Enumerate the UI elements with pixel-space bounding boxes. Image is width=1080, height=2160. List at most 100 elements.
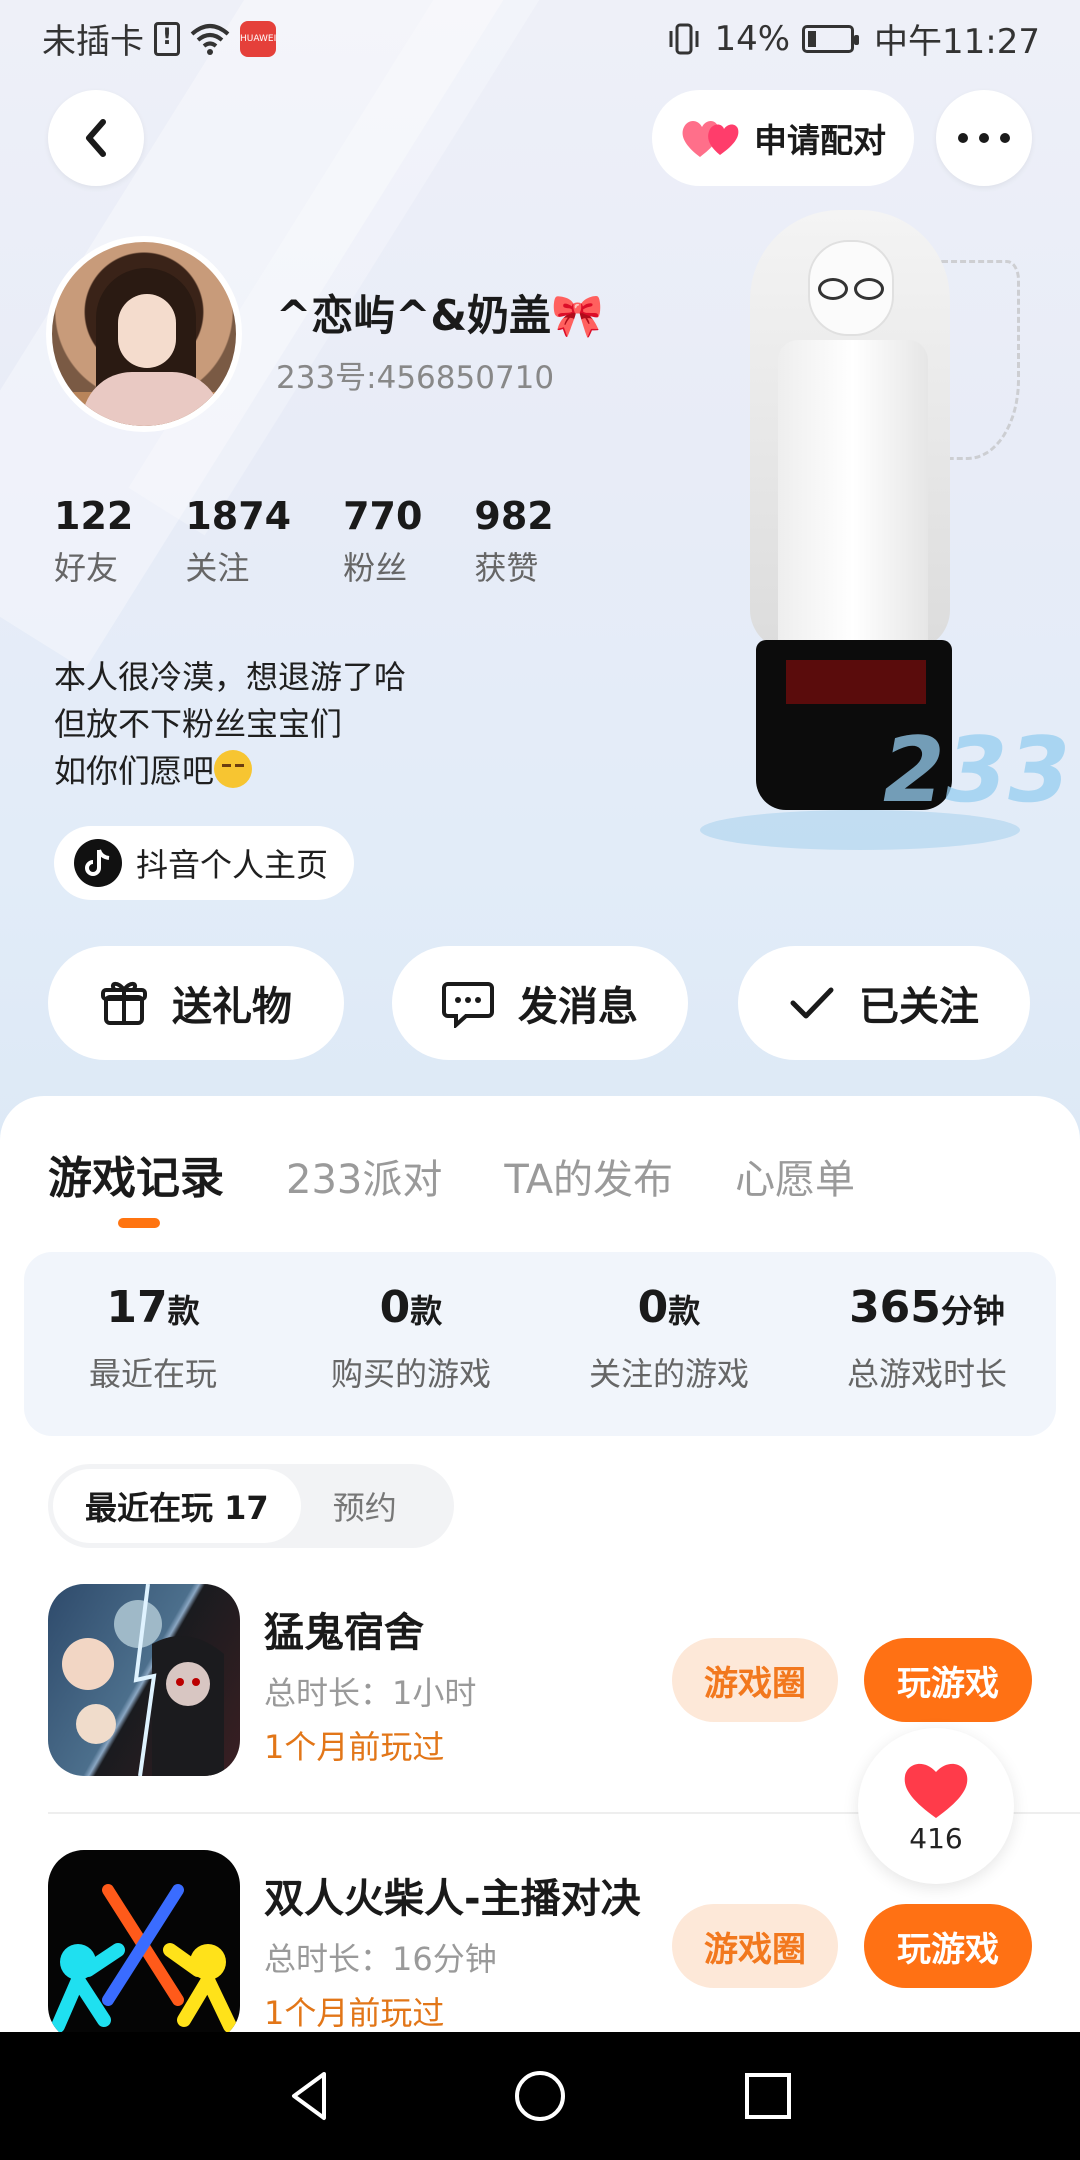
game-icon (48, 1850, 240, 2042)
game-total-time: 总时长：16分钟 (264, 1940, 497, 1978)
summary-value: 0 (637, 1282, 669, 1333)
stat-label: 关注 (185, 549, 250, 587)
vibrate-icon (669, 23, 699, 54)
segment-reservations[interactable]: 预约 (301, 1483, 429, 1529)
stat-likes[interactable]: 982 获赞 (474, 492, 553, 596)
game-total-time: 总时长：1小时 (264, 1674, 477, 1712)
bio-line: 本人很冷漠，想退游了哈 (54, 658, 407, 696)
summary-value: 365 (849, 1282, 941, 1333)
stat-value: 770 (343, 494, 423, 538)
like-count: 416 (909, 1821, 963, 1855)
wifi-icon (190, 23, 230, 55)
stat-value: 1874 (185, 494, 292, 538)
stat-label: 获赞 (474, 549, 539, 587)
game-circle-button[interactable]: 游戏圈 (672, 1638, 838, 1722)
user-id: 233号:456850710 (276, 360, 555, 396)
chevron-left-icon (86, 119, 106, 157)
stat-friends[interactable]: 122 好友 (54, 492, 133, 596)
summary-recent[interactable]: 17款 最近在玩 (24, 1252, 282, 1436)
status-bar: 未插卡 ! HUAWEI 14% 中午11:27 (0, 0, 1080, 72)
gift-icon (101, 981, 147, 1025)
stat-value: 122 (54, 494, 134, 538)
summary-unit: 款 (167, 1292, 200, 1330)
back-button[interactable] (48, 90, 144, 186)
carrier-text: 未插卡 (42, 22, 144, 62)
summary-value: 0 (379, 1282, 411, 1333)
stat-label: 好友 (54, 549, 119, 587)
tab-wishlist[interactable]: 心愿单 (735, 1147, 855, 1205)
send-message-label: 发消息 (518, 984, 638, 1030)
nav-recents-icon[interactable] (738, 2066, 798, 2126)
summary-unit: 款 (668, 1292, 701, 1330)
tab-233-party[interactable]: 233派对 (286, 1147, 442, 1205)
summary-label: 最近在玩 (88, 1355, 217, 1393)
battery-icon (802, 24, 860, 53)
like-button[interactable]: 416 (858, 1728, 1014, 1884)
profile-stats: 122 好友 1874 关注 770 粉丝 982 获赞 (54, 492, 606, 596)
summary-value: 17 (106, 1282, 168, 1333)
summary-label: 总游戏时长 (846, 1355, 1007, 1393)
game-list-item[interactable]: 双人火柴人-主播对决 总时长：16分钟 1个月前玩过 游戏圈 玩游戏 (48, 1850, 1048, 2046)
douyin-profile-button[interactable]: 抖音个人主页 (54, 826, 355, 900)
233-logo: 233 (872, 718, 1080, 823)
heart-pair-icon (682, 121, 739, 157)
bio-line: 如你们愿吧 (54, 752, 215, 790)
summary-unit: 分钟 (940, 1292, 1005, 1330)
play-game-button[interactable]: 玩游戏 (864, 1904, 1032, 1988)
avatar[interactable] (46, 236, 242, 432)
stat-label: 粉丝 (343, 549, 408, 587)
send-message-button[interactable]: 发消息 (392, 946, 688, 1060)
nav-home-icon[interactable] (510, 2066, 570, 2126)
relieved-face-icon (214, 750, 253, 788)
bio-line: 但放不下粉丝宝宝们 (54, 705, 343, 743)
battery-percent: 14% (714, 18, 791, 59)
stat-following[interactable]: 1874 关注 (185, 492, 291, 596)
summary-followed-games[interactable]: 0款 关注的游戏 (540, 1252, 798, 1436)
tab-indicator (118, 1218, 160, 1228)
profile-tabs: 游戏记录 233派对 TA的发布 心愿单 (48, 1142, 917, 1206)
game-name: 双人火柴人-主播对决 (264, 1876, 641, 1922)
heart-icon (904, 1763, 968, 1818)
tab-game-records[interactable]: 游戏记录 (48, 1142, 224, 1206)
send-gift-button[interactable]: 送礼物 (48, 946, 344, 1060)
summary-purchased[interactable]: 0款 购买的游戏 (282, 1252, 540, 1436)
sim-card-icon: ! (154, 21, 180, 56)
profile-header-background: 未插卡 ! HUAWEI 14% 中午11:27 申请配对 ^恋屿^&奶盖🎀 2… (0, 0, 1080, 1140)
douyin-icon (74, 839, 122, 887)
message-icon (442, 982, 494, 1028)
bio: 本人很冷漠，想退游了哈 但放不下粉丝宝宝们 如你们愿吧 (54, 654, 406, 795)
check-icon (790, 987, 834, 1019)
followed-label: 已关注 (859, 984, 979, 1030)
more-options-button[interactable] (936, 90, 1032, 186)
game-icon (48, 1584, 240, 1776)
clock: 中午11:27 (874, 22, 1040, 62)
game-last-played: 1个月前玩过 (264, 1994, 445, 2032)
tab-posts[interactable]: TA的发布 (504, 1147, 673, 1205)
more-icon (958, 133, 1010, 143)
game-last-played: 1个月前玩过 (264, 1728, 445, 1766)
stat-fans[interactable]: 770 粉丝 (343, 492, 422, 596)
nav-back-icon[interactable] (280, 2066, 340, 2126)
summary-label: 购买的游戏 (330, 1355, 491, 1393)
game-circle-button[interactable]: 游戏圈 (672, 1904, 838, 1988)
summary-total-time[interactable]: 365分钟 总游戏时长 (798, 1252, 1056, 1436)
profile-page: 未插卡 ! HUAWEI 14% 中午11:27 申请配对 ^恋屿^&奶盖🎀 2… (0, 0, 1080, 2160)
system-navigation-bar (0, 2032, 1080, 2160)
play-game-button[interactable]: 玩游戏 (864, 1638, 1032, 1722)
summary-label: 关注的游戏 (588, 1355, 749, 1393)
huawei-app-icon: HUAWEI (240, 20, 276, 57)
segment-recent-playing[interactable]: 最近在玩 17 (53, 1469, 301, 1543)
followed-button[interactable]: 已关注 (738, 946, 1030, 1060)
content-card: 游戏记录 233派对 TA的发布 心愿单 17款 最近在玩 0款 购买的游戏 0… (0, 1096, 1080, 2160)
send-gift-label: 送礼物 (172, 984, 292, 1030)
bio-line-wrap: 如你们愿吧 (54, 748, 406, 795)
game-name: 猛鬼宿舍 (264, 1610, 424, 1656)
nickname: ^恋屿^&奶盖🎀 (276, 291, 604, 340)
request-pair-button[interactable]: 申请配对 (652, 90, 914, 186)
stat-value: 982 (474, 494, 554, 538)
game-list-segment: 最近在玩 17 预约 (48, 1464, 454, 1548)
request-pair-label: 申请配对 (754, 121, 886, 160)
game-summary: 17款 最近在玩 0款 购买的游戏 0款 关注的游戏 365分钟 总游戏时长 (24, 1252, 1056, 1436)
douyin-label: 抖音个人主页 (136, 846, 329, 884)
summary-unit: 款 (410, 1292, 443, 1330)
